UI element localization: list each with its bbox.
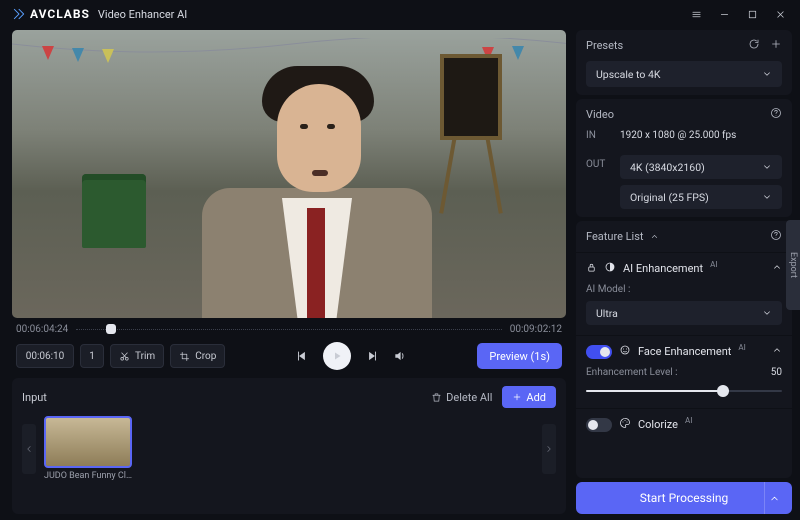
feature-list-heading: Feature List [586,230,644,243]
contrast-icon [604,261,616,276]
trim-label: Trim [135,351,155,362]
face-icon [619,344,631,359]
start-processing-button[interactable]: Start Processing [576,482,792,514]
output-fps-select[interactable]: Original (25 FPS) [620,185,782,209]
timeline-track[interactable] [76,322,502,336]
enhancement-level-label: Enhancement Level : [586,367,678,378]
prev-frame-button[interactable] [295,349,309,363]
lock-icon [586,262,597,276]
ai-enhancement-feature: AI Enhancement AI AI Model : Ultra [576,252,792,335]
input-heading: Input [22,391,47,404]
minimize-button[interactable] [714,5,734,23]
crop-label: Crop [195,351,216,362]
ai-enhancement-title: AI Enhancement [623,262,703,275]
clips-prev-button[interactable] [22,424,36,474]
colorize-feature: Colorize AI [576,408,792,442]
clip-thumbnail[interactable] [44,416,132,468]
delete-all-button[interactable]: Delete All [431,391,492,404]
video-help-icon[interactable] [770,107,782,122]
enhancement-level-slider[interactable] [586,384,782,398]
timecode-input[interactable]: 00:06:10 [16,344,74,368]
close-button[interactable] [770,5,790,23]
face-enhancement-title: Face Enhancement [638,345,731,358]
feature-list-panel: Feature List AI Enhancement AI AI Model … [576,221,792,478]
playhead[interactable] [106,324,116,334]
output-resolution-select[interactable]: 4K (3840x2160) [620,155,782,179]
face-enhancement-toggle[interactable] [586,345,612,359]
video-preview[interactable] [12,30,566,318]
play-button[interactable] [323,342,351,370]
app-name: Video Enhancer AI [98,8,187,21]
video-panel: Video IN 1920 x 1080 @ 25.000 fps OUT 4K … [576,99,792,217]
presets-heading: Presets [586,39,623,52]
timeline-end: 00:09:02:12 [510,324,562,335]
brand-logo: AVCLABS [12,7,90,21]
trim-button[interactable]: Trim [110,344,164,368]
preset-select[interactable]: Upscale to 4K [586,61,782,87]
timeline: 00:06:04:24 00:09:02:12 [12,318,566,336]
video-in-label: IN [586,130,614,141]
next-frame-button[interactable] [365,349,379,363]
crop-button[interactable]: Crop [170,344,225,368]
colorize-title: Colorize [638,418,678,431]
presets-add-button[interactable] [770,38,782,53]
preview-button[interactable]: Preview (1s) [477,343,562,369]
add-clip-button[interactable]: Add [502,386,556,408]
feature-help-icon[interactable] [770,229,782,244]
input-section: Input Delete All Add JUDO Bean Funny Cli… [12,378,566,514]
frame-step-input[interactable]: 1 [80,344,104,368]
export-tab[interactable]: Export [786,220,800,310]
colorize-toggle[interactable] [586,418,612,432]
face-enhancement-feature: Face Enhancement AI Enhancement Level : … [576,335,792,408]
clip-item[interactable]: JUDO Bean Funny Cli… [44,416,132,481]
video-in-value: 1920 x 1080 @ 25.000 fps [620,130,736,141]
collapse-icon[interactable] [772,262,782,275]
clips-next-button[interactable] [542,424,556,474]
clip-name: JUDO Bean Funny Cli… [44,471,132,481]
video-out-label: OUT [586,159,614,170]
presets-panel: Presets Upscale to 4K [576,30,792,95]
ai-model-label: AI Model : [586,284,630,295]
titlebar: AVCLABS Video Enhancer AI [0,0,800,28]
ai-model-select[interactable]: Ultra [586,301,782,325]
maximize-button[interactable] [742,5,762,23]
timeline-start: 00:06:04:24 [16,324,68,335]
brand-text: AVCLABS [30,7,90,21]
video-heading: Video [586,108,614,121]
volume-button[interactable] [393,349,407,363]
collapse-icon[interactable] [772,345,782,358]
presets-reset-button[interactable] [748,38,760,53]
menu-button[interactable] [686,5,706,23]
enhancement-level-value: 50 [771,367,782,378]
start-options-button[interactable] [764,482,784,514]
palette-icon [619,417,631,432]
